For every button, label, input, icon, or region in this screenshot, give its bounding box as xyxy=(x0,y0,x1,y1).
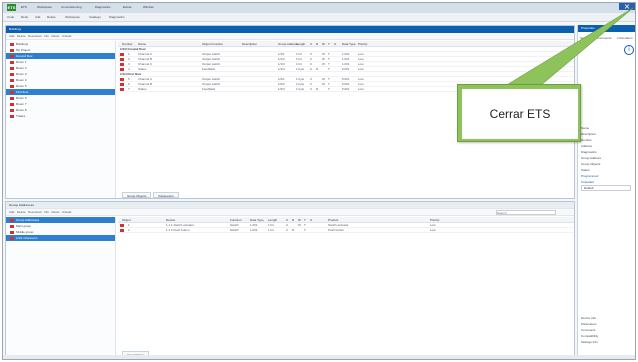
callout-box: Cerrar ETS xyxy=(457,84,581,142)
callout-pointer xyxy=(503,7,634,87)
callout-text: Cerrar ETS xyxy=(462,89,578,139)
